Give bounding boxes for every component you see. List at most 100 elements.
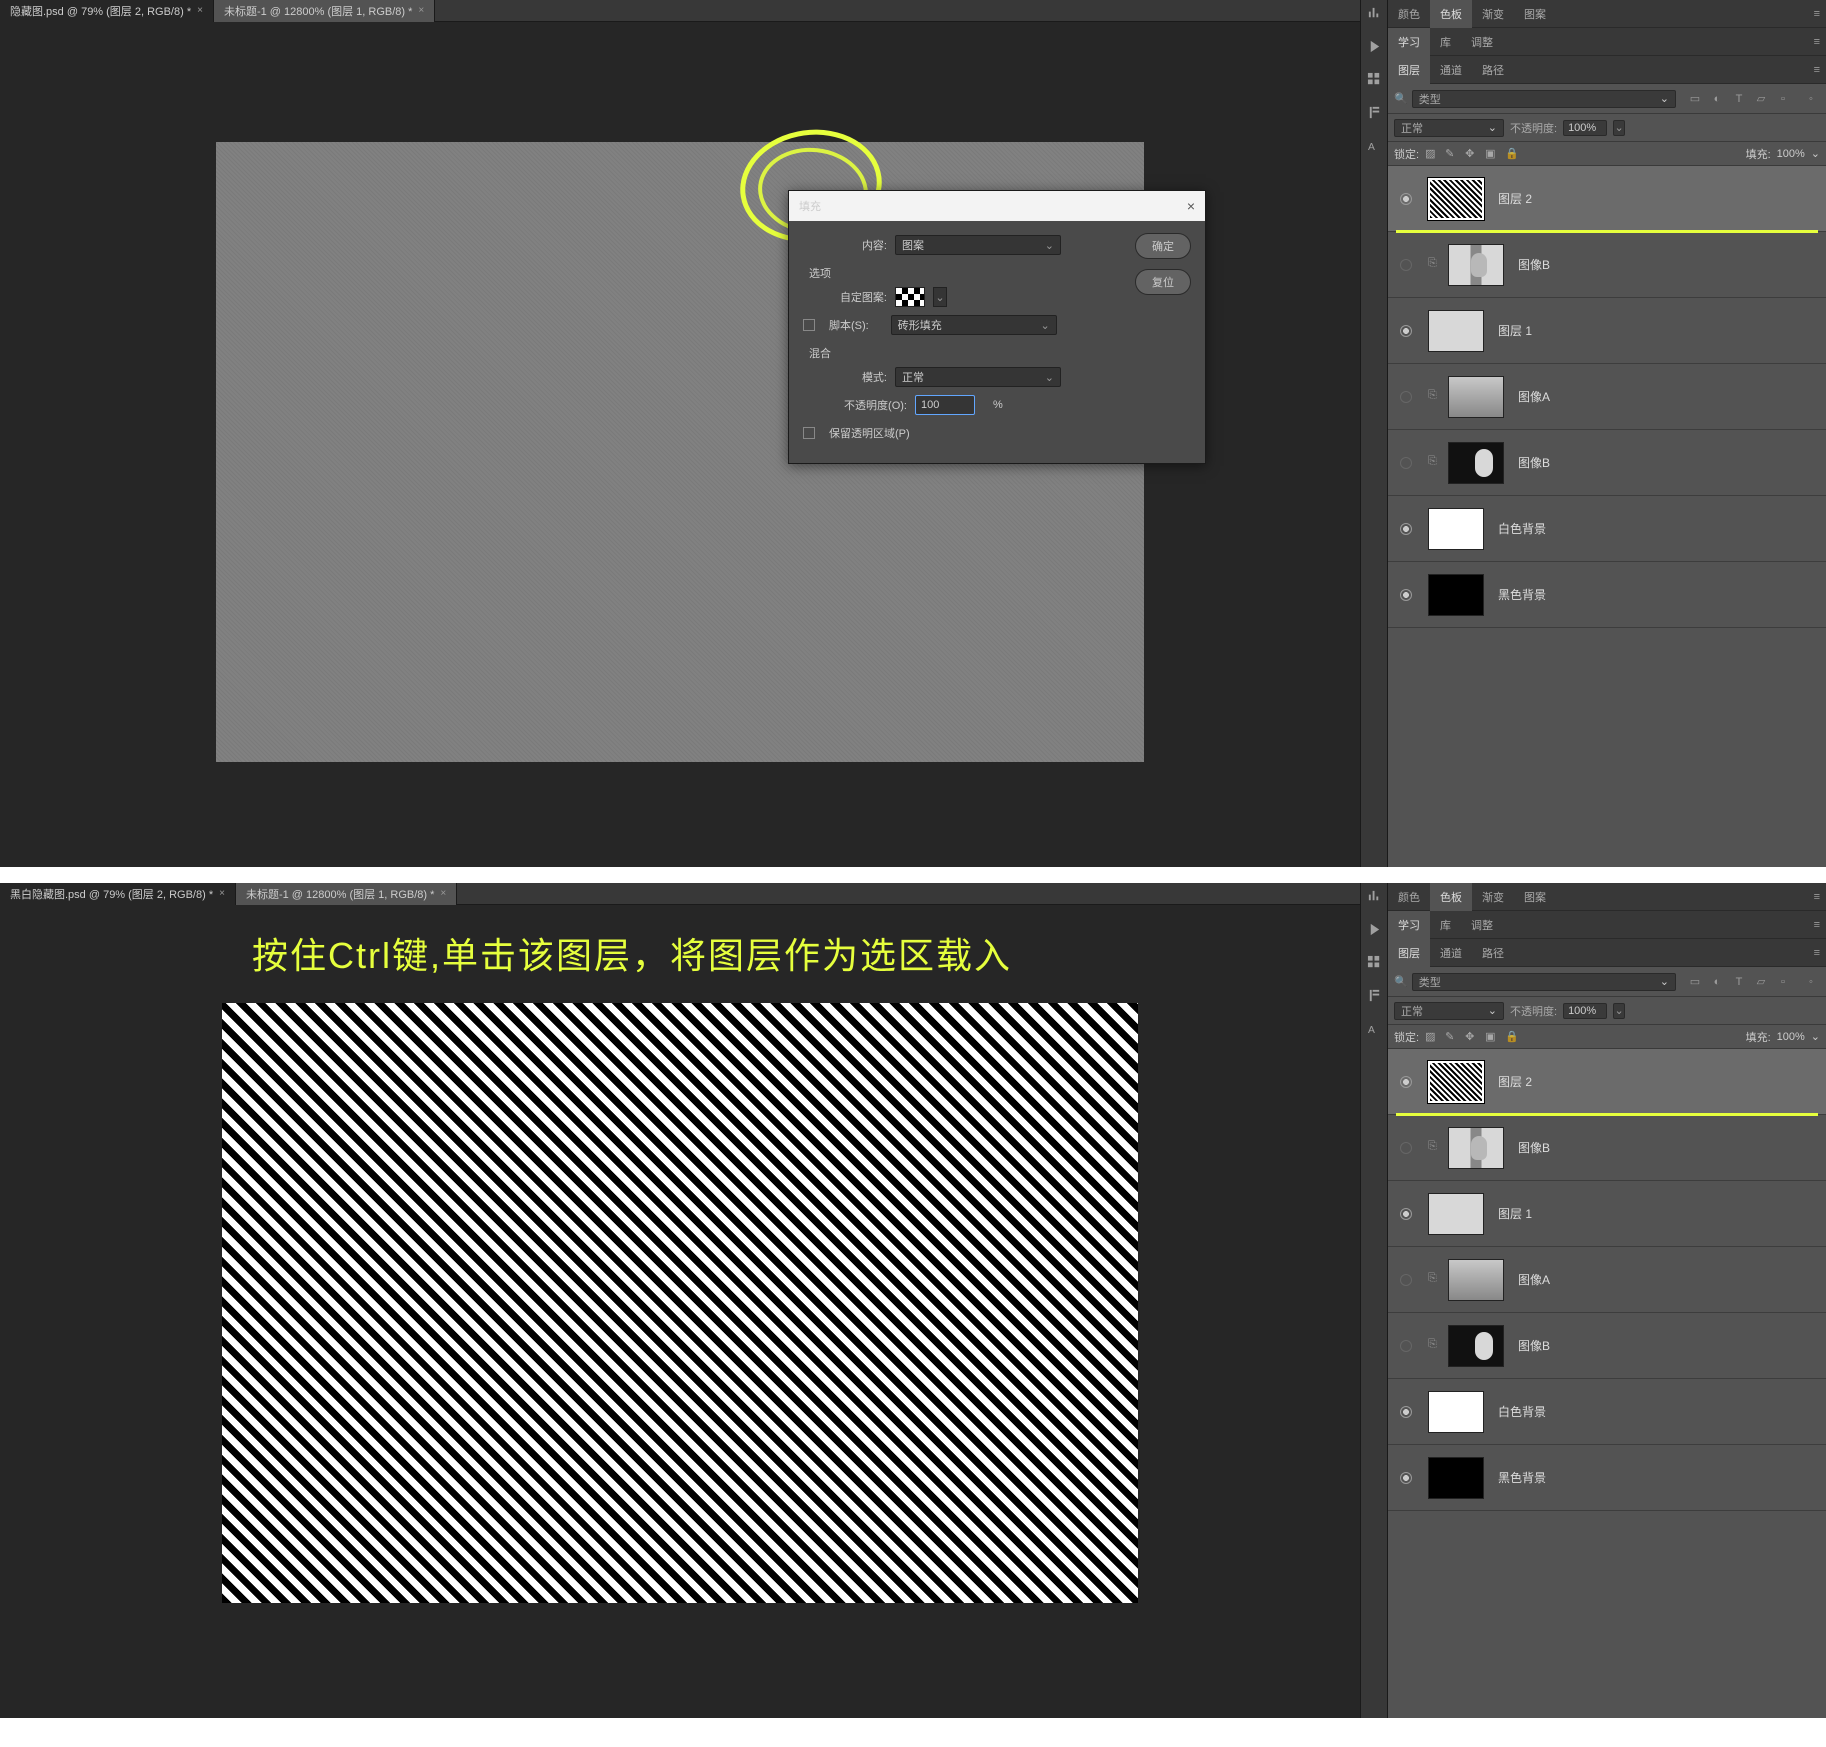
- link-icon[interactable]: ⎘: [1428, 455, 1444, 471]
- panel-tab[interactable]: 调整: [1461, 28, 1503, 56]
- lock-artboard-icon[interactable]: ▣: [1485, 1030, 1499, 1044]
- panel-tab[interactable]: 图层: [1388, 56, 1430, 84]
- opacity-chevron[interactable]: ⌄: [1613, 1003, 1625, 1019]
- blend-mode-select[interactable]: 正常⌄: [1394, 1002, 1504, 1020]
- opacity-chevron[interactable]: ⌄: [1613, 120, 1625, 136]
- flyout-icon[interactable]: ≡: [1808, 919, 1826, 931]
- opacity-value[interactable]: 100%: [1563, 1003, 1607, 1019]
- visibility-toggle[interactable]: [1388, 325, 1424, 337]
- histogram-icon[interactable]: [1367, 6, 1382, 21]
- layer-row[interactable]: ⎘ 图像B: [1388, 232, 1826, 298]
- filter-kind-select[interactable]: 类型 ⌄: [1412, 973, 1676, 991]
- lock-pixels-icon[interactable]: ▨: [1425, 1030, 1439, 1044]
- visibility-toggle[interactable]: [1388, 391, 1424, 403]
- search-icon[interactable]: 🔍: [1394, 92, 1408, 105]
- character-icon[interactable]: A: [1367, 138, 1382, 153]
- lock-brush-icon[interactable]: ✎: [1445, 1030, 1459, 1044]
- search-icon[interactable]: 🔍: [1394, 975, 1408, 988]
- canvas-area[interactable]: [0, 905, 1360, 1718]
- play-icon[interactable]: [1367, 922, 1382, 937]
- fill-value[interactable]: 100%: [1777, 1031, 1805, 1043]
- layer-row[interactable]: 白色背景: [1388, 1379, 1826, 1445]
- lock-move-icon[interactable]: ✥: [1465, 1030, 1479, 1044]
- lock-artboard-icon[interactable]: ▣: [1485, 147, 1499, 161]
- ok-button[interactable]: 确定: [1135, 233, 1191, 259]
- panel-tab[interactable]: 路径: [1472, 939, 1514, 967]
- link-icon[interactable]: ⎘: [1428, 257, 1444, 273]
- layer-row[interactable]: ⎘ 图像A: [1388, 1247, 1826, 1313]
- close-icon[interactable]: ×: [1187, 198, 1195, 214]
- close-icon[interactable]: ×: [197, 5, 203, 16]
- visibility-toggle[interactable]: [1388, 193, 1424, 205]
- panel-tab[interactable]: 库: [1430, 911, 1461, 939]
- filter-image-icon[interactable]: ▭: [1686, 90, 1704, 108]
- swatches-icon[interactable]: [1367, 955, 1382, 970]
- visibility-toggle[interactable]: [1388, 589, 1424, 601]
- layer-name[interactable]: 图像B: [1518, 1139, 1550, 1156]
- panel-tab[interactable]: 渐变: [1472, 883, 1514, 911]
- filter-toggle-icon[interactable]: ◦: [1802, 973, 1820, 991]
- layer-name[interactable]: 黑色背景: [1498, 1469, 1546, 1486]
- panel-tab[interactable]: 图案: [1514, 0, 1556, 28]
- filter-adjust-icon[interactable]: ◐: [1708, 90, 1726, 108]
- layer-name[interactable]: 白色背景: [1498, 520, 1546, 537]
- visibility-toggle[interactable]: [1388, 523, 1424, 535]
- histogram-icon[interactable]: [1367, 889, 1382, 904]
- filter-image-icon[interactable]: ▭: [1686, 973, 1704, 991]
- close-icon[interactable]: ×: [418, 5, 424, 16]
- panel-tab[interactable]: 色板: [1430, 883, 1472, 911]
- layer-thumbnail[interactable]: [1448, 1127, 1504, 1169]
- flyout-icon[interactable]: ≡: [1808, 36, 1826, 48]
- document-tab[interactable]: 黑白隐藏图.psd @ 79% (图层 2, RGB/8) * ×: [0, 883, 236, 905]
- layer-name[interactable]: 白色背景: [1498, 1403, 1546, 1420]
- close-icon[interactable]: ×: [219, 888, 225, 899]
- lock-move-icon[interactable]: ✥: [1465, 147, 1479, 161]
- reset-button[interactable]: 复位: [1135, 269, 1191, 295]
- close-icon[interactable]: ×: [440, 888, 446, 899]
- panel-tab[interactable]: 图层: [1388, 939, 1430, 967]
- flyout-icon[interactable]: ≡: [1808, 891, 1826, 903]
- filter-shape-icon[interactable]: ▱: [1752, 90, 1770, 108]
- layer-name[interactable]: 图像B: [1518, 1337, 1550, 1354]
- layer-name[interactable]: 图像A: [1518, 1271, 1550, 1288]
- link-icon[interactable]: ⎘: [1428, 1140, 1444, 1156]
- lock-all-icon[interactable]: 🔒: [1505, 1030, 1519, 1044]
- layer-row[interactable]: 图层 1: [1388, 298, 1826, 364]
- fill-chevron[interactable]: ⌄: [1811, 147, 1820, 160]
- content-select[interactable]: 图案⌄: [895, 235, 1061, 255]
- visibility-toggle[interactable]: [1388, 1340, 1424, 1352]
- layer-row[interactable]: 图层 1: [1388, 1181, 1826, 1247]
- layer-thumbnail[interactable]: [1448, 442, 1504, 484]
- layer-name[interactable]: 图像A: [1518, 388, 1550, 405]
- layer-thumbnail[interactable]: [1428, 178, 1484, 220]
- lock-pixels-icon[interactable]: ▨: [1425, 147, 1439, 161]
- layer-name[interactable]: 图层 2: [1498, 1073, 1532, 1090]
- visibility-toggle[interactable]: [1388, 1142, 1424, 1154]
- layer-thumbnail[interactable]: [1428, 574, 1484, 616]
- visibility-toggle[interactable]: [1388, 1208, 1424, 1220]
- panel-tab[interactable]: 通道: [1430, 56, 1472, 84]
- visibility-toggle[interactable]: [1388, 1472, 1424, 1484]
- mode-select[interactable]: 正常⌄: [895, 367, 1061, 387]
- visibility-toggle[interactable]: [1388, 457, 1424, 469]
- layer-name[interactable]: 黑色背景: [1498, 586, 1546, 603]
- layer-name[interactable]: 图层 2: [1498, 190, 1532, 207]
- layer-row[interactable]: 黑色背景: [1388, 562, 1826, 628]
- filter-type-icon[interactable]: T: [1730, 90, 1748, 108]
- dialog-titlebar[interactable]: 填充 ×: [789, 191, 1205, 221]
- panel-tab[interactable]: 通道: [1430, 939, 1472, 967]
- filter-smart-icon[interactable]: ▫: [1774, 90, 1792, 108]
- link-icon[interactable]: ⎘: [1428, 1338, 1444, 1354]
- lock-all-icon[interactable]: 🔒: [1505, 147, 1519, 161]
- link-icon[interactable]: ⎘: [1428, 1272, 1444, 1288]
- panel-tab[interactable]: 库: [1430, 28, 1461, 56]
- document-tab[interactable]: 未标题-1 @ 12800% (图层 1, RGB/8) * ×: [236, 883, 457, 905]
- paragraph-icon[interactable]: [1367, 105, 1382, 120]
- filter-type-icon[interactable]: T: [1730, 973, 1748, 991]
- layer-thumbnail[interactable]: [1428, 1457, 1484, 1499]
- layer-thumbnail[interactable]: [1428, 508, 1484, 550]
- layer-row[interactable]: 图层 2: [1388, 1049, 1826, 1115]
- document-tab[interactable]: 隐藏图.psd @ 79% (图层 2, RGB/8) * ×: [0, 0, 214, 22]
- preserve-checkbox[interactable]: [803, 427, 815, 439]
- panel-tab[interactable]: 颜色: [1388, 883, 1430, 911]
